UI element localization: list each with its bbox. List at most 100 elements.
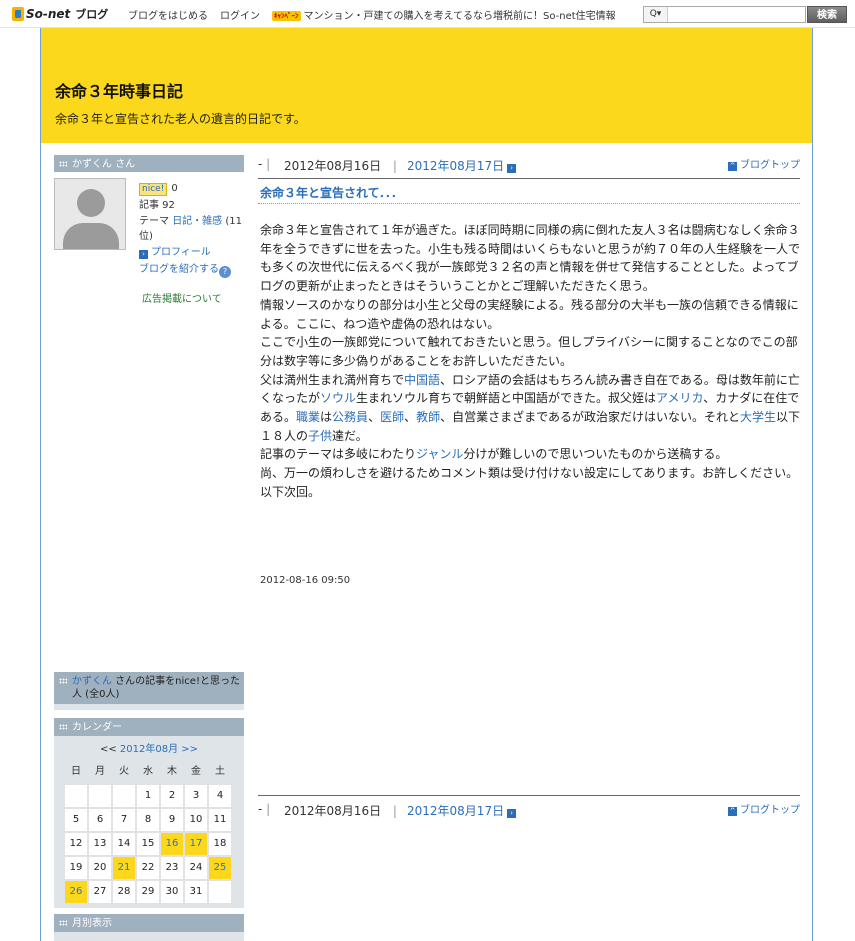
nice-row: nice! 0 (139, 180, 247, 197)
keyword-link[interactable]: 教師 (416, 410, 440, 424)
next-article-link[interactable]: 2012年08月17日 › (407, 802, 517, 819)
calendar-day: 27 (88, 880, 112, 904)
article-timestamp: 2012-08-16 09:50 (260, 575, 351, 586)
keyword-link[interactable]: 公務員 (332, 410, 368, 424)
promo-text: マンション・戸建ての購入を考えてるなら増税前に！So-net住宅情報 (303, 11, 616, 22)
nice-user-link[interactable]: かずくん (72, 676, 112, 687)
calendar-day-post[interactable]: 25 (208, 856, 232, 880)
search-scope-dropdown[interactable]: Q▾ (644, 7, 668, 22)
nice-list-heading: かずくん さんの記事をnice!と思った人 (全0人) (54, 672, 244, 704)
calendar-day-link[interactable]: 16 (166, 838, 179, 849)
top-bar: So-net ブログ ブログをはじめる ログイン ｷｬﾝﾍﾟｰﾝ マンション・戸建… (0, 0, 855, 28)
calendar-day-link[interactable]: 21 (118, 862, 131, 873)
calendar-day: 13 (88, 832, 112, 856)
profile-user-link[interactable]: かずくん (72, 159, 112, 170)
arrow-right-icon: › (139, 250, 148, 259)
article-paragraph: 余命３年と宣告されて１年が過ぎた。ほぼ同時期に同様の病に倒れた友人３名は闘病むな… (260, 221, 802, 296)
article-text: 余命３年と宣告されて１年が過ぎた。ほぼ同時期に同様の病に倒れた友人３名は闘病むな… (260, 223, 801, 294)
keyword-link[interactable]: 大学生 (740, 410, 776, 424)
nav-dash: - | (258, 157, 270, 171)
nav-dash-text: - (258, 802, 263, 816)
calendar-grid: 日月火水木金土 1 2 3 4 5 6 7 8 9 10 11 12 13 14 15 16 17 18 19 20 21… (64, 760, 232, 904)
article-text: 生まれソウル育ちで朝鮮語と中国語ができた。叔父姪は (356, 391, 657, 406)
calendar-day: 15 (136, 832, 160, 856)
monthly-body (54, 932, 244, 941)
calendar-day: 20 (88, 856, 112, 880)
article-text: は (320, 410, 333, 425)
search-button[interactable]: 検索 (807, 6, 847, 23)
blog-top-text: ブログトップ (740, 805, 800, 816)
nav-rule-top (258, 178, 800, 179)
arrow-up-icon: ^ (728, 162, 737, 171)
calendar: << 2012年08月 >> 日月火水木金土 1 2 3 4 5 6 7 8 9 10 11 12 13 1… (54, 736, 244, 908)
calendar-month-link[interactable]: 2012年08月 (120, 744, 178, 755)
calendar-day-post[interactable]: 16 (160, 832, 184, 856)
blog-top-link[interactable]: ^ ブログトップ (728, 801, 800, 816)
help-icon[interactable]: ? (219, 266, 231, 278)
search-box: Q▾ (643, 6, 806, 23)
nav-dash-text: - (258, 157, 263, 171)
prev-date-text: 2012年08月16日 (284, 159, 382, 173)
calendar-day-link[interactable]: 25 (214, 862, 227, 873)
grip-icon (59, 161, 67, 167)
promo-link[interactable]: ｷｬﾝﾍﾟｰﾝ マンション・戸建ての購入を考えてるなら増税前に！So-net住宅情… (272, 7, 616, 22)
calendar-day: 7 (112, 808, 136, 832)
calendar-day: 22 (136, 856, 160, 880)
nice-list-body (54, 704, 244, 710)
article-nav-bottom: - | 2012年08月16日 | 2012年08月17日 › ^ ブログトップ (258, 798, 800, 820)
profile-heading: かずくん さん (54, 155, 244, 172)
blog-title[interactable]: 余命３年時事日記 (55, 78, 183, 102)
keyword-link[interactable]: ソウル (320, 391, 356, 405)
start-blog-link[interactable]: ブログをはじめる (128, 7, 208, 22)
keyword-link[interactable]: 子供 (308, 429, 332, 443)
blog-top-link[interactable]: ^ ブログトップ (728, 156, 800, 171)
keyword-link[interactable]: ジャンル (416, 447, 463, 461)
calendar-day: 29 (136, 880, 160, 904)
next-date-text: 2012年08月17日 (407, 804, 505, 818)
introduce-row: ブログを紹介する? (139, 261, 247, 278)
profile-link[interactable]: プロフィール (151, 247, 211, 258)
calendar-day: 19 (64, 856, 88, 880)
nav-separator: | (266, 157, 271, 171)
calendar-day: 14 (112, 832, 136, 856)
calendar-day-link[interactable]: 26 (70, 886, 83, 897)
nice-badge[interactable]: nice! (139, 183, 168, 196)
introduce-blog-link[interactable]: ブログを紹介する (139, 264, 219, 275)
calendar-day: 4 (208, 784, 232, 808)
page-frame-left (40, 28, 41, 941)
article-text: 、 (368, 410, 381, 425)
calendar-empty-cell (208, 880, 232, 904)
calendar-day: 6 (88, 808, 112, 832)
article-title[interactable]: 余命３年と宣告されて．．． (260, 184, 403, 201)
calendar-day-post[interactable]: 26 (64, 880, 88, 904)
avatar[interactable] (54, 178, 126, 250)
sonet-logo[interactable]: So-net ブログ (12, 5, 108, 22)
ad-link[interactable]: 広告掲載について (142, 290, 222, 305)
keyword-link[interactable]: アメリカ (656, 391, 703, 405)
keyword-link[interactable]: 職業 (296, 410, 320, 424)
monthly-heading: 月別表示 (54, 914, 244, 932)
blog-top-text: ブログトップ (740, 160, 800, 171)
arrow-right-icon: › (507, 164, 517, 173)
keyword-link[interactable]: 医師 (380, 410, 404, 424)
next-date-text: 2012年08月17日 (407, 159, 505, 173)
calendar-day: 8 (136, 808, 160, 832)
calendar-prev-link[interactable]: << (100, 744, 117, 755)
theme-link[interactable]: 日記・雑感 (172, 216, 222, 227)
calendar-day: 18 (208, 832, 232, 856)
calendar-day-link[interactable]: 17 (190, 838, 203, 849)
article-paragraph: 父は満州生まれ満州育ちで中国語、ロシア語の会話はもちろん読み書き自在である。母は… (260, 371, 802, 446)
next-article-link[interactable]: 2012年08月17日 › (407, 157, 517, 174)
article-text: 分けが難しいので思いついたものから送稿する。 (463, 447, 728, 462)
calendar-day-post[interactable]: 17 (184, 832, 208, 856)
search-input[interactable] (669, 7, 805, 22)
blog-description: 余命３年と宣告された老人の遺言的日記です。 (55, 112, 306, 126)
article-text: 、自営業さまざまであるが政治家だけはいない。それと (440, 410, 741, 425)
calendar-day: 3 (184, 784, 208, 808)
article-text: 情報ソースのかなりの部分は小生と父母の実経験による。残る部分の大半も一族の信頼で… (260, 297, 799, 331)
calendar-day-post[interactable]: 21 (112, 856, 136, 880)
keyword-link[interactable]: 中国語 (404, 373, 440, 387)
login-link[interactable]: ログイン (220, 7, 260, 22)
profile-user-suffix: さん (112, 159, 136, 170)
calendar-next-link[interactable]: >> (181, 744, 198, 755)
